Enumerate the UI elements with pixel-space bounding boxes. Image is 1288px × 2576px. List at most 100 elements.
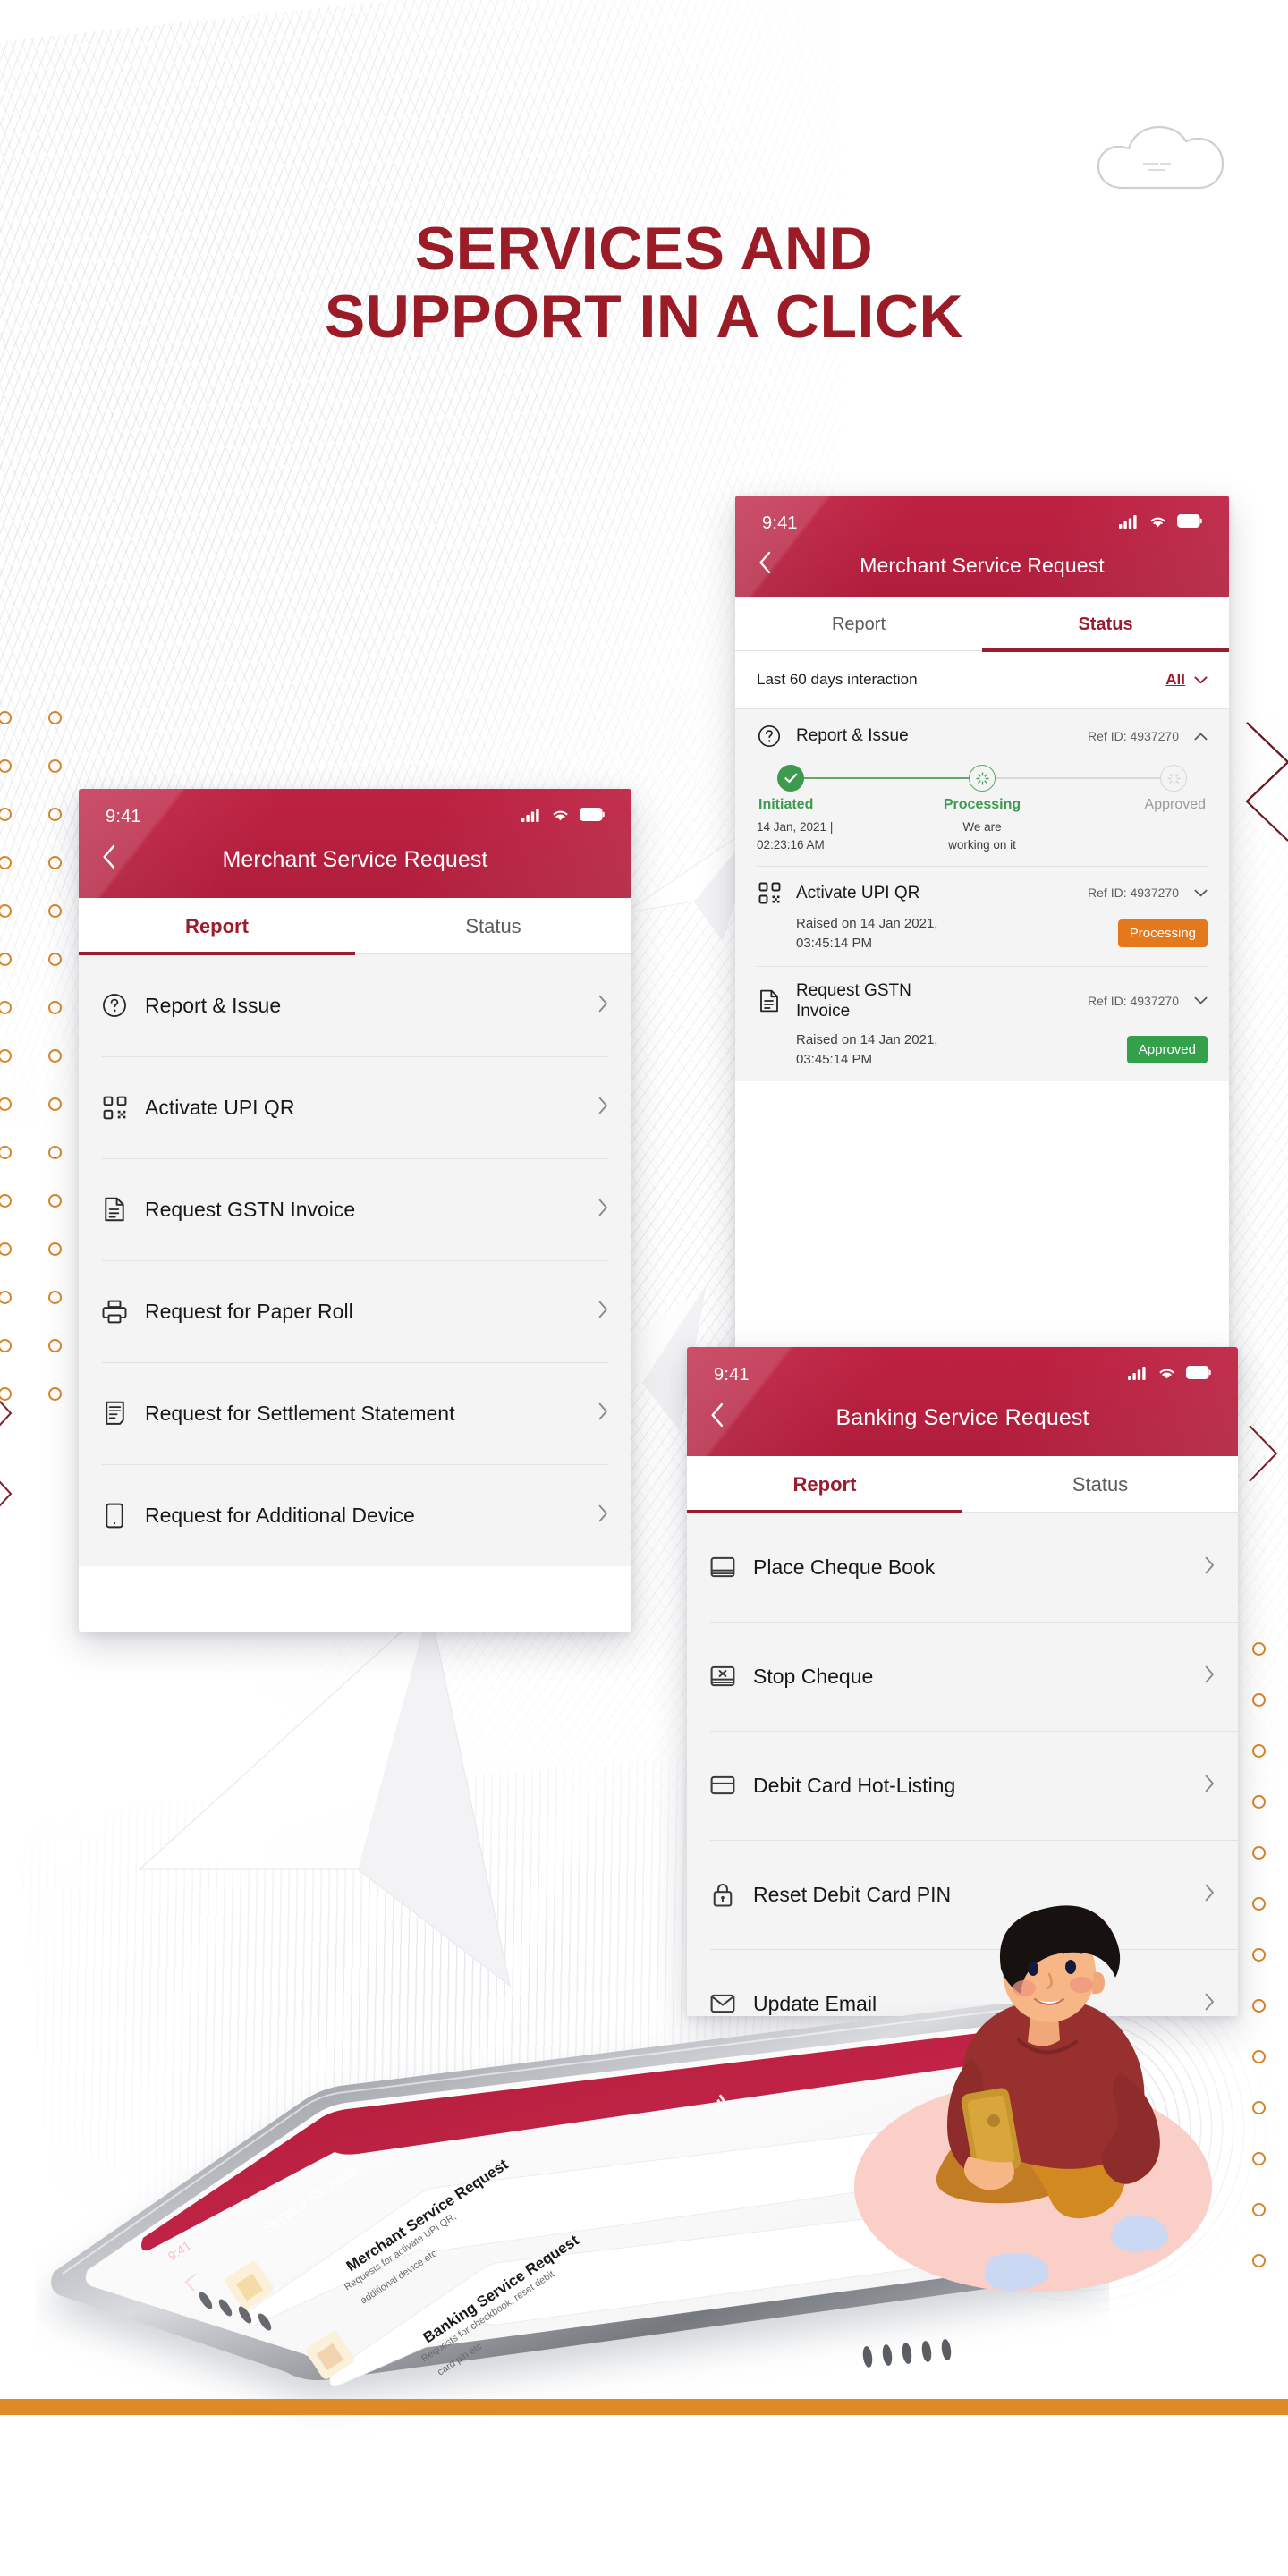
lock-icon <box>710 1882 735 1907</box>
ring-dot-icon <box>48 711 62 724</box>
tab-report[interactable]: Report <box>735 597 982 651</box>
ring-dot-icon <box>48 1049 62 1063</box>
ring-dot-icon <box>0 1001 12 1014</box>
list-item-label: Request for Additional Device <box>145 1503 415 1527</box>
status-bar: 9:41 <box>687 1347 1238 1402</box>
filter-select[interactable]: All <box>1165 671 1208 689</box>
ring-dot-icon <box>0 1242 12 1256</box>
ring-dot-icon <box>1252 1846 1266 1860</box>
poster-canvas: SERVICES AND SUPPORT IN A CLICK 9:41 Mer… <box>0 0 1288 2576</box>
double-chevron-outline-icon-left <box>0 1386 18 1445</box>
tracker-label-approved: Approved <box>1144 797 1207 812</box>
ring-dot-icon <box>48 1291 62 1304</box>
tracker-step-labels: Initiated Processing Approved <box>757 797 1208 813</box>
list-item-request-gstn-invoice[interactable]: Request GSTN Invoice <box>79 1158 631 1260</box>
list-item-request-for-paper-roll[interactable]: Request for Paper Roll <box>79 1260 631 1362</box>
app-title: Merchant Service Request <box>860 553 1105 577</box>
tab-report[interactable]: Report <box>79 898 355 955</box>
chevron-down-icon[interactable] <box>1193 886 1208 901</box>
app-title: Merchant Service Request <box>222 846 488 872</box>
double-chevron-outline-icon-left-2 <box>0 1467 18 1525</box>
list-item-request-for-additional-device[interactable]: Request for Additional Device <box>79 1464 631 1566</box>
status-entry-request-gstn-invoice[interactable]: Request GSTN Invoice Ref ID: 4937270 Rai… <box>735 965 1229 1082</box>
question-circle-icon <box>757 724 782 749</box>
tracker-node-processing <box>969 765 996 792</box>
chevron-up-icon[interactable] <box>1193 729 1208 744</box>
merchant-status-appbar: Merchant Service Request <box>735 551 1229 597</box>
qr-code-icon <box>102 1095 127 1120</box>
list-item-activate-upi-qr[interactable]: Activate UPI QR <box>79 1056 631 1158</box>
battery-icon <box>1177 514 1202 532</box>
banking-appbar: Banking Service Request <box>687 1402 1238 1456</box>
merchant-status-tabs: Report Status <box>735 597 1229 652</box>
ring-dot-icon <box>1252 1642 1266 1656</box>
battery-icon <box>580 808 605 826</box>
cheque-book-icon <box>710 1555 735 1580</box>
merchant-report-list: Report & Issue Activate UPI QR Request G… <box>79 954 631 1566</box>
status-bar: 9:41 <box>79 789 631 844</box>
tab-report[interactable]: Report <box>687 1456 962 1513</box>
chevron-down-icon <box>1194 671 1208 689</box>
signal-icon <box>1119 514 1139 533</box>
status-entry-name: Activate UPI QR <box>796 883 920 902</box>
ring-dot-icon <box>48 953 62 966</box>
chevron-right-icon <box>1205 1665 1215 1687</box>
ring-dot-icon <box>0 808 12 821</box>
ring-dot-icon <box>48 856 62 869</box>
ring-dot-icon <box>0 953 12 966</box>
tracker-node-initiated <box>777 765 804 792</box>
ring-dot-icon <box>0 1339 12 1352</box>
status-entry-ref-id: Ref ID: 4937270 <box>1088 886 1179 901</box>
ring-dot-icon <box>48 759 62 773</box>
chevron-left-icon <box>759 551 771 574</box>
wifi-icon <box>1148 514 1167 533</box>
ring-dot-icon <box>48 1146 62 1159</box>
headline-line-1: SERVICES AND <box>414 215 874 283</box>
list-item-debit-card-hot-listing[interactable]: Debit Card Hot-Listing <box>687 1731 1238 1840</box>
app-title: Banking Service Request <box>835 1404 1089 1430</box>
chevron-right-icon <box>598 1402 608 1424</box>
double-chevron-outline-icon-right-2 <box>1248 1422 1284 1489</box>
receipt-icon <box>102 1401 127 1426</box>
tab-status[interactable]: Status <box>962 1456 1238 1513</box>
mobile-device-icon <box>102 1503 127 1528</box>
back-button[interactable] <box>102 844 129 875</box>
status-entry-activate-upi-qr[interactable]: Activate UPI QR Ref ID: 4937270 Raised o… <box>735 866 1229 966</box>
status-bar-icons <box>1128 1366 1211 1385</box>
tab-status[interactable]: Status <box>355 898 631 954</box>
list-item-report-issue[interactable]: Report & Issue <box>79 954 631 1056</box>
status-entry-meta: Raised on 14 Jan 2021, 03:45:14 PM Appro… <box>757 1030 1208 1070</box>
double-chevron-outline-icon-right <box>1243 716 1288 863</box>
list-item-label: Stop Cheque <box>753 1664 874 1688</box>
merchant-status-header: 9:41 Merchant Service Request <box>735 496 1229 597</box>
ring-dot-icon <box>0 1146 12 1159</box>
wifi-icon <box>1157 1366 1176 1385</box>
list-item-label: Request for Paper Roll <box>145 1299 353 1323</box>
status-badge: Approved <box>1126 1036 1208 1064</box>
status-entry-report-issue[interactable]: Report & Issue Ref ID: 4937270 Initiated… <box>735 709 1229 866</box>
list-item-label: Report & Issue <box>145 993 282 1017</box>
list-item-stop-cheque[interactable]: Stop Cheque <box>687 1622 1238 1731</box>
merchant-report-tabs: Report Status <box>79 898 631 955</box>
headline-line-2: SUPPORT IN A CLICK <box>324 283 964 352</box>
back-button[interactable] <box>758 551 785 580</box>
question-circle-icon <box>102 993 127 1018</box>
back-button[interactable] <box>710 1402 737 1433</box>
status-entry-raised-on: Raised on 14 Jan 2021, 03:45:14 PM <box>796 916 938 951</box>
ring-dot-icon <box>48 1194 62 1208</box>
spinner-icon-idle <box>1166 771 1181 785</box>
chevron-down-icon[interactable] <box>1193 993 1208 1008</box>
banking-header: 9:41 Banking Service Request <box>687 1347 1238 1456</box>
tab-status[interactable]: Status <box>982 597 1229 652</box>
tracker-label-initiated: Initiated <box>758 797 814 812</box>
status-bar-time: 9:41 <box>762 513 798 533</box>
status-entry-header: Activate UPI QR Ref ID: 4937270 <box>757 880 1208 905</box>
ring-dot-icon <box>48 808 62 821</box>
ring-dot-icon <box>0 856 12 869</box>
list-item-request-for-settlement-statement[interactable]: Request for Settlement Statement <box>79 1362 631 1464</box>
status-entry-header: Report & Issue Ref ID: 4937270 <box>757 724 1208 749</box>
list-item-place-cheque-book[interactable]: Place Cheque Book <box>687 1513 1238 1622</box>
list-item-label: Activate UPI QR <box>145 1095 295 1119</box>
ring-dot-icon <box>48 1097 62 1111</box>
tracker-detail-initiated: 14 Jan, 2021 | 02:23:16 AM <box>757 820 834 852</box>
